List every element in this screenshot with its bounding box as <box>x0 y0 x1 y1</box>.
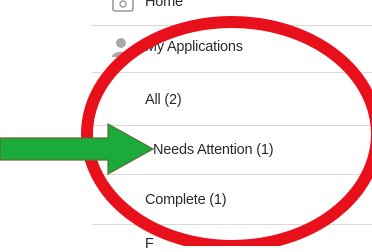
annotation-overlay <box>0 16 372 246</box>
arrow-icon <box>0 122 155 176</box>
highlight-circle <box>81 16 372 246</box>
